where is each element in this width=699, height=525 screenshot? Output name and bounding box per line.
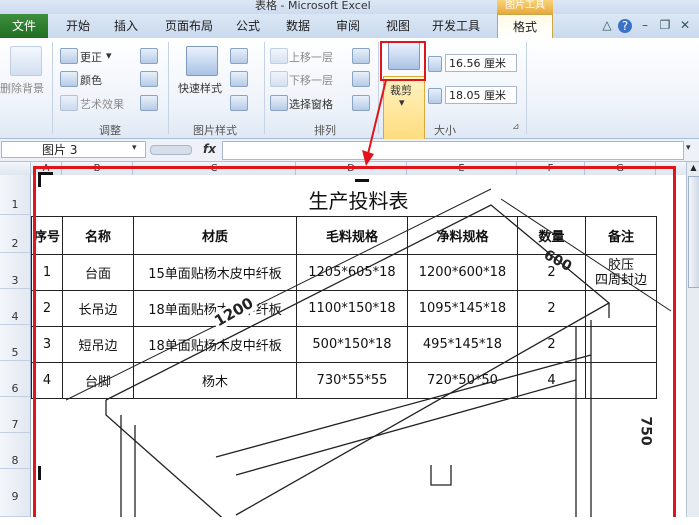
send-backward-icon: [270, 71, 288, 87]
group-separator: [264, 42, 265, 134]
tab-home[interactable]: 开始: [56, 14, 100, 38]
row-header-9[interactable]: 9: [0, 469, 30, 517]
shape-width-icon: [428, 88, 442, 104]
row-header-8[interactable]: 8: [0, 433, 30, 469]
remove-background-icon: [10, 46, 42, 76]
row-header: 1 2 3 4 5 6 7 8 9: [0, 175, 31, 517]
compress-pictures-icon[interactable]: [140, 48, 158, 64]
insert-function-icon[interactable]: fx: [203, 141, 219, 158]
title-bar: 表格 - Microsoft Excel: [0, 0, 699, 14]
corrections-icon: [60, 48, 78, 64]
group-separator: [168, 42, 169, 134]
artistic-effects-icon: [60, 95, 78, 111]
picture-selection-frame[interactable]: [33, 166, 676, 517]
picture-layout-icon[interactable]: [230, 95, 248, 111]
row-header-5[interactable]: 5: [0, 325, 30, 361]
tab-page-layout[interactable]: 页面布局: [156, 14, 222, 38]
crop-handle-top[interactable]: [355, 179, 369, 182]
formula-input[interactable]: [222, 141, 684, 160]
row-header-7[interactable]: 7: [0, 397, 30, 433]
formula-bar-resize-handle[interactable]: [150, 145, 192, 155]
annotation-arrow: [362, 79, 387, 166]
close-icon[interactable]: ✕: [678, 18, 692, 32]
chevron-down-icon: ▾: [399, 96, 405, 109]
vertical-scrollbar[interactable]: ▲: [686, 162, 699, 517]
row-header-6[interactable]: 6: [0, 361, 30, 397]
picture-tools-context-label: 图片工具: [497, 0, 553, 14]
corrections-button[interactable]: 更正: [80, 49, 102, 65]
shape-height-field[interactable]: 16.56 厘米: [445, 54, 517, 72]
send-backward-button[interactable]: 下移一层: [289, 72, 333, 88]
change-picture-icon[interactable]: [140, 71, 158, 87]
selection-pane-button[interactable]: 选择窗格: [289, 96, 333, 112]
align-icon[interactable]: [352, 48, 370, 64]
quick-styles-button[interactable]: 快速样式: [178, 80, 222, 96]
formula-bar: 图片 3 ▾ fx ▾: [0, 139, 699, 162]
chevron-down-icon: ▾: [106, 49, 112, 62]
shape-height-icon: [428, 56, 442, 72]
color-icon: [60, 71, 78, 87]
tab-developer[interactable]: 开发工具: [424, 14, 488, 38]
tab-file[interactable]: 文件: [0, 14, 48, 38]
size-group-label: 大小: [434, 124, 456, 137]
help-icon[interactable]: ?: [618, 19, 632, 33]
bring-forward-icon: [270, 48, 288, 64]
restore-icon[interactable]: ❐: [658, 18, 672, 32]
artistic-effects-button[interactable]: 艺术效果: [80, 96, 124, 112]
window-title: 表格 - Microsoft Excel: [255, 0, 371, 12]
scroll-thumb[interactable]: [688, 176, 699, 288]
dialog-launcher-icon[interactable]: ⊿: [512, 122, 520, 132]
reset-picture-icon[interactable]: [140, 95, 158, 111]
ribbon-tab-row: 文件 开始 插入 页面布局 公式 数据 审阅 视图 开发工具 格式 △ ? – …: [0, 14, 699, 39]
ribbon-minimize-icon[interactable]: △: [600, 18, 614, 32]
name-box[interactable]: 图片 3: [1, 141, 146, 158]
picture-styles-group-label: 图片样式: [193, 124, 237, 137]
group-separator: [52, 42, 53, 134]
crop-handle-top-left[interactable]: [38, 172, 53, 187]
row-header-2[interactable]: 2: [0, 215, 30, 253]
chevron-down-icon[interactable]: ▾: [686, 143, 691, 153]
scroll-up-icon[interactable]: ▲: [688, 162, 699, 174]
tab-data[interactable]: 数据: [276, 14, 320, 38]
tab-insert[interactable]: 插入: [104, 14, 148, 38]
tab-view[interactable]: 视图: [376, 14, 420, 38]
row-header-1[interactable]: 1: [0, 175, 30, 215]
chevron-down-icon[interactable]: ▾: [132, 143, 137, 153]
adjust-group-label: 调整: [99, 124, 121, 137]
row-header-3[interactable]: 3: [0, 253, 30, 289]
picture-effects-icon[interactable]: [230, 71, 248, 87]
tab-format[interactable]: 格式: [497, 14, 553, 39]
shape-width-field[interactable]: 18.05 厘米: [445, 86, 517, 104]
ribbon: 删除背景 更正 ▾ 颜色 艺术效果 调整 快速样式 图片样式 上移一层 下移一层…: [0, 38, 699, 158]
crop-highlight-box: [380, 41, 426, 81]
crop-handle-left[interactable]: [38, 466, 41, 480]
row-header-4[interactable]: 4: [0, 289, 30, 325]
color-button[interactable]: 颜色: [80, 72, 102, 88]
group-separator: [526, 42, 527, 134]
tab-review[interactable]: 审阅: [326, 14, 370, 38]
quick-styles-icon: [186, 46, 218, 76]
select-all-corner[interactable]: [0, 162, 31, 175]
remove-background-button[interactable]: 删除背景: [0, 80, 44, 96]
bring-forward-button[interactable]: 上移一层: [289, 49, 333, 65]
minimize-icon[interactable]: –: [638, 18, 652, 32]
selection-pane-icon: [270, 95, 288, 111]
tab-formulas[interactable]: 公式: [226, 14, 270, 38]
picture-border-icon[interactable]: [230, 48, 248, 64]
